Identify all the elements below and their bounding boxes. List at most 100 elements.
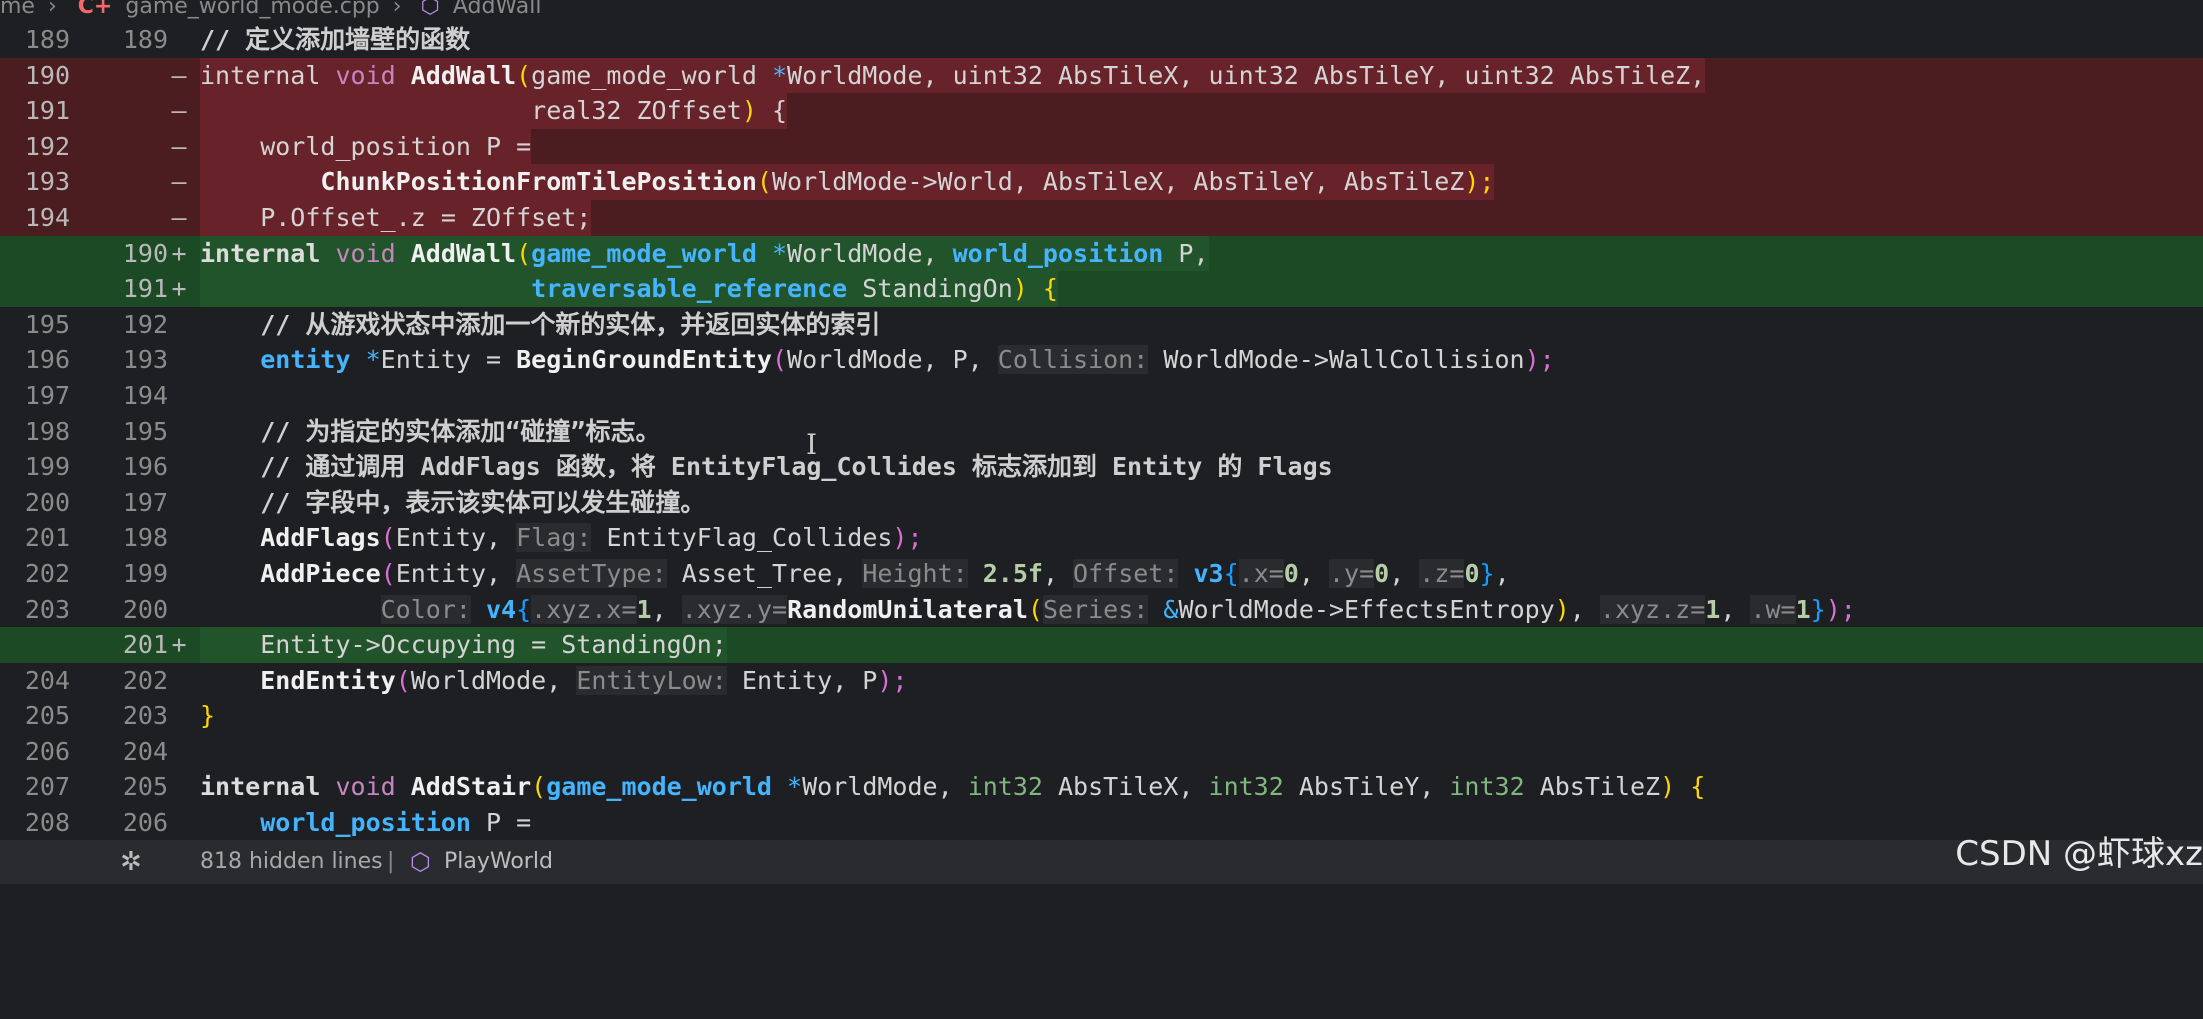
- new-line-number: 195: [122, 416, 168, 446]
- hidden-lines-fold[interactable]: ✲ 818 hidden lines | ⬡ PlayWorld: [0, 840, 2203, 884]
- hidden-lines-count: 818 hidden lines: [200, 849, 383, 874]
- code-line[interactable]: 201 198 AddFlags(Entity, Flag: EntityFla…: [0, 520, 2203, 556]
- code-text: // 字段中，表示该实体可以发生碰撞。: [200, 487, 706, 517]
- old-line-number: 207: [24, 772, 70, 802]
- new-line-number: 189: [122, 25, 168, 54]
- new-line-number: 198: [122, 523, 168, 553]
- code-line-deleted[interactable]: 190 — internal void AddWall(game_mode_wo…: [0, 57, 2203, 94]
- old-line-number: 190: [24, 60, 70, 90]
- new-line-number: 193: [122, 345, 168, 375]
- code-line[interactable]: 204 202 EndEntity(WorldMode, EntityLow: …: [0, 663, 2203, 699]
- code-text: ChunkPositionFromTilePosition(WorldMode-…: [200, 164, 1495, 200]
- code-line-added[interactable]: 201 + Entity->Occupying = StandingOn;: [0, 627, 2203, 663]
- old-line-number: 206: [24, 736, 70, 766]
- code-line[interactable]: 200 197 // 字段中，表示该实体可以发生碰撞。: [0, 485, 2203, 521]
- watermark: CSDN @虾球xz: [1955, 834, 2203, 874]
- code-text: internal void AddWall(game_mode_world *W…: [200, 235, 1209, 272]
- chevron-right-icon: ›: [392, 0, 402, 19]
- old-line-number: 189: [24, 25, 70, 54]
- breadcrumb: me › C+ game_world_mode.cpp › ⬡ AddWall: [0, 0, 2203, 22]
- diff-marker: +: [171, 630, 187, 660]
- diff-marker: —: [171, 96, 187, 126]
- new-line-number: 205: [122, 772, 168, 802]
- new-line-number: 201: [122, 630, 168, 660]
- code-text: entity *Entity = BeginGroundEntity(World…: [260, 345, 1555, 375]
- new-line-number: 204: [122, 736, 168, 766]
- unfold-icon[interactable]: ✲: [120, 840, 142, 884]
- code-text: EndEntity(WorldMode, EntityLow: Entity, …: [260, 665, 908, 695]
- breadcrumb-root[interactable]: me: [0, 0, 35, 18]
- code-line-added[interactable]: 191 + traversable_reference StandingOn) …: [0, 271, 2203, 307]
- code-text: Entity->Occupying = StandingOn;: [200, 627, 727, 663]
- code-line[interactable]: 197 194: [0, 378, 2203, 414]
- code-text: }: [200, 701, 216, 731]
- code-text: world_position P =: [200, 128, 532, 165]
- old-line-number: 196: [24, 345, 70, 375]
- code-line[interactable]: 202 199 AddPiece(Entity, AssetType: Asse…: [0, 556, 2203, 592]
- old-line-number: 205: [24, 701, 70, 731]
- code-line[interactable]: 206 204: [0, 734, 2203, 770]
- code-text: // 通过调用 AddFlags 函数，将 EntityFlag_Collide…: [200, 452, 1333, 482]
- new-line-number: 206: [122, 808, 168, 838]
- diff-marker: +: [171, 238, 187, 268]
- code-line-deleted[interactable]: 191 — real32 ZOffset) {: [0, 93, 2203, 129]
- text-cursor-icon: I: [806, 428, 818, 461]
- new-line-number: 202: [122, 665, 168, 695]
- old-line-number: 197: [24, 380, 70, 410]
- code-text: P.Offset_.z = ZOffset;: [200, 199, 592, 236]
- code-text: world_position P =: [260, 808, 532, 838]
- separator: |: [387, 849, 395, 874]
- code-line[interactable]: 195 192 // 从游戏状态中添加一个新的实体，并返回实体的索引: [0, 307, 2203, 343]
- old-line-number: 204: [24, 665, 70, 695]
- old-line-number: 191: [24, 96, 70, 126]
- old-line-number: 194: [24, 202, 70, 232]
- code-text: // 为指定的实体添加“碰撞”标志。: [200, 416, 661, 446]
- code-text: traversable_reference StandingOn) {: [200, 271, 1058, 307]
- code-line[interactable]: 199 196 // 通过调用 AddFlags 函数，将 EntityFlag…: [0, 449, 2203, 485]
- new-line-number: 203: [122, 701, 168, 731]
- diff-editor[interactable]: 189 189 // 定义添加墙壁的函数 190 — internal void…: [0, 22, 2203, 841]
- code-line[interactable]: 208 206 world_position P =: [0, 805, 2203, 841]
- code-line-deleted[interactable]: 193 — ChunkPositionFromTilePosition(Worl…: [0, 164, 2203, 200]
- old-line-number: 200: [24, 487, 70, 517]
- code-text: Color: v4{.xyz.x=1, .xyz.y=RandomUnilate…: [380, 594, 1856, 624]
- diff-marker: —: [171, 60, 187, 90]
- code-text: internal void AddStair(game_mode_world *…: [200, 772, 1706, 802]
- old-line-number: 192: [24, 131, 70, 161]
- code-line[interactable]: 203 200 Color: v4{.xyz.x=1, .xyz.y=Rando…: [0, 592, 2203, 628]
- partial-next-line: [0, 884, 2203, 895]
- code-text: AddPiece(Entity, AssetType: Asset_Tree, …: [260, 558, 1510, 588]
- code-line-added[interactable]: 190 + internal void AddWall(game_mode_wo…: [0, 235, 2203, 272]
- diff-marker: —: [171, 131, 187, 161]
- old-line-number: 203: [24, 594, 70, 624]
- code-line-deleted[interactable]: 194 — P.Offset_.z = ZOffset;: [0, 199, 2203, 236]
- code-text: internal void AddWall(game_mode_world *W…: [200, 57, 1706, 94]
- new-line-number: 190: [122, 238, 168, 268]
- diff-marker: +: [171, 274, 187, 304]
- new-line-number: 197: [122, 487, 168, 517]
- cpp-file-icon: C+: [77, 0, 113, 19]
- symbol-cube-icon: ⬡: [420, 0, 440, 19]
- old-line-number: 198: [24, 416, 70, 446]
- breadcrumb-symbol[interactable]: AddWall: [453, 0, 542, 18]
- code-line-deleted[interactable]: 192 — world_position P =: [0, 128, 2203, 165]
- code-text: // 从游戏状态中添加一个新的实体，并返回实体的索引: [200, 309, 881, 339]
- old-line-number: 199: [24, 452, 70, 482]
- new-line-number: 191: [122, 274, 168, 304]
- code-text: AddFlags(Entity, Flag: EntityFlag_Collid…: [260, 523, 923, 553]
- fold-function-name[interactable]: PlayWorld: [444, 840, 553, 884]
- code-line[interactable]: 189 189 // 定义添加墙壁的函数: [0, 22, 2203, 58]
- code-line[interactable]: 198 195 // 为指定的实体添加“碰撞”标志。: [0, 414, 2203, 450]
- diff-marker: —: [171, 167, 187, 197]
- old-line-number: 195: [24, 309, 70, 339]
- code-line[interactable]: 205 203 }: [0, 698, 2203, 734]
- breadcrumb-file[interactable]: game_world_mode.cpp: [125, 0, 379, 18]
- symbol-cube-icon: ⬡: [410, 848, 431, 876]
- new-line-number: 192: [122, 309, 168, 339]
- old-line-number: 201: [24, 523, 70, 553]
- diff-marker: —: [171, 202, 187, 232]
- code-line[interactable]: 207 205 internal void AddStair(game_mode…: [0, 769, 2203, 805]
- new-line-number: 196: [122, 452, 168, 482]
- code-line[interactable]: 196 193 entity *Entity = BeginGroundEnti…: [0, 342, 2203, 378]
- old-line-number: 208: [24, 808, 70, 838]
